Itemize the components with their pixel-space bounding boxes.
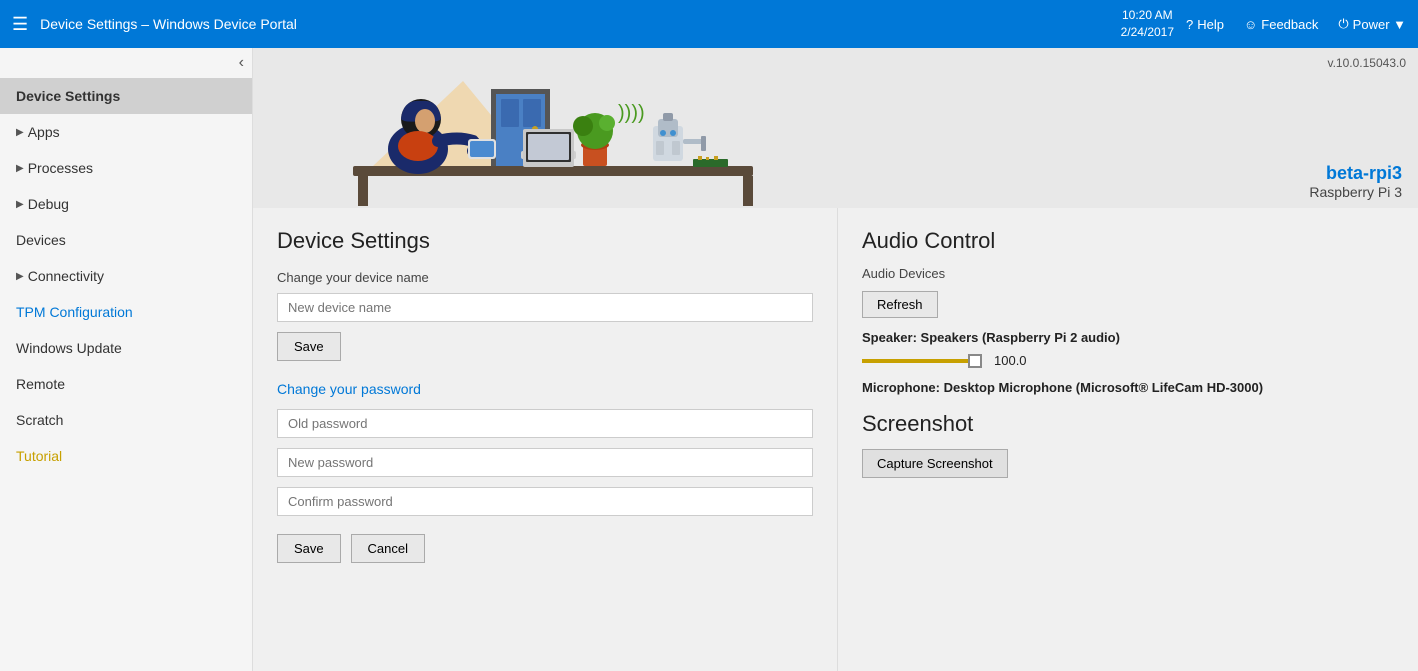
save-password-button[interactable]: Save <box>277 534 341 563</box>
help-icon: ? <box>1186 17 1193 32</box>
content-panels: Device Settings Change your device name … <box>253 208 1418 671</box>
change-name-label: Change your device name <box>277 270 813 285</box>
volume-fill <box>862 359 970 363</box>
sidebar-item-remote[interactable]: Remote <box>0 366 252 402</box>
sidebar-item-processes[interactable]: ▶ Processes <box>0 150 252 186</box>
hero-banner: v.10.0.15043.0 <box>253 48 1418 208</box>
sidebar-item-connectivity[interactable]: ▶ Connectivity <box>0 258 252 294</box>
sidebar-item-tpm-config[interactable]: TPM Configuration <box>0 294 252 330</box>
audio-devices-label: Audio Devices <box>862 266 1394 281</box>
arrow-icon: ▶ <box>16 127 24 138</box>
sidebar-item-label: TPM Configuration <box>16 304 133 320</box>
svg-text:)))): )))) <box>618 102 645 124</box>
help-button[interactable]: ? Help <box>1186 17 1224 32</box>
arrow-icon: ▶ <box>16 271 24 282</box>
topbar: ☰ Device Settings – Windows Device Porta… <box>0 0 1418 48</box>
sidebar-item-windows-update[interactable]: Windows Update <box>0 330 252 366</box>
volume-control: 100.0 <box>862 353 1394 368</box>
confirm-password-input[interactable] <box>277 487 813 516</box>
change-password-label: Change your password <box>277 381 813 397</box>
sidebar-item-device-settings[interactable]: Device Settings <box>0 78 252 114</box>
power-icon: ⏻ <box>1338 16 1348 32</box>
sidebar-item-tutorial[interactable]: Tutorial <box>0 438 252 474</box>
new-device-name-input[interactable] <box>277 293 813 322</box>
main-content: v.10.0.15043.0 <box>253 48 1418 671</box>
clock: 10:20 AM 2/24/2017 <box>1121 7 1174 41</box>
password-section: Change your password Save Cancel <box>277 381 813 563</box>
audio-screenshot-panel: Audio Control Audio Devices Refresh Spea… <box>838 208 1418 671</box>
sidebar: ‹ Device Settings ▶ Apps ▶ Processes ▶ D… <box>0 48 253 671</box>
arrow-icon: ▶ <box>16 163 24 174</box>
sidebar-item-label: Debug <box>28 196 69 212</box>
sidebar-collapse-button[interactable]: ‹ <box>0 48 252 78</box>
screenshot-title: Screenshot <box>862 411 1394 437</box>
volume-slider[interactable] <box>862 359 982 363</box>
feedback-icon: ☺ <box>1244 17 1257 32</box>
hero-illustration: )))) <box>253 48 1418 208</box>
old-password-input[interactable] <box>277 409 813 438</box>
save-name-button[interactable]: Save <box>277 332 341 361</box>
arrow-icon: ▶ <box>16 199 24 210</box>
sidebar-item-label: Apps <box>28 124 60 140</box>
new-password-input[interactable] <box>277 448 813 477</box>
refresh-button[interactable]: Refresh <box>862 291 938 318</box>
sidebar-item-debug[interactable]: ▶ Debug <box>0 186 252 222</box>
sidebar-item-devices[interactable]: Devices <box>0 222 252 258</box>
capture-screenshot-button[interactable]: Capture Screenshot <box>862 449 1008 478</box>
sidebar-item-label: Scratch <box>16 412 63 428</box>
sidebar-item-scratch[interactable]: Scratch <box>0 402 252 438</box>
device-settings-panel: Device Settings Change your device name … <box>253 208 838 671</box>
main-layout: ‹ Device Settings ▶ Apps ▶ Processes ▶ D… <box>0 48 1418 671</box>
topbar-actions: ? Help ☺ Feedback ⏻ Power ▼ <box>1186 16 1406 32</box>
sidebar-item-label: Windows Update <box>16 340 122 356</box>
hamburger-menu[interactable]: ☰ <box>12 14 28 35</box>
sidebar-item-label: Device Settings <box>16 88 120 104</box>
app-title: Device Settings – Windows Device Portal <box>40 16 1108 32</box>
cancel-button[interactable]: Cancel <box>351 534 425 563</box>
microphone-label: Microphone: Desktop Microphone (Microsof… <box>862 380 1394 395</box>
audio-control-title: Audio Control <box>862 228 1394 254</box>
feedback-button[interactable]: ☺ Feedback <box>1244 17 1318 32</box>
sidebar-item-label: Processes <box>28 160 93 176</box>
sidebar-item-apps[interactable]: ▶ Apps <box>0 114 252 150</box>
sidebar-item-label: Tutorial <box>16 448 62 464</box>
volume-thumb[interactable] <box>968 354 982 368</box>
power-button[interactable]: ⏻ Power ▼ <box>1338 16 1406 32</box>
sidebar-item-label: Connectivity <box>28 268 104 284</box>
volume-value: 100.0 <box>994 353 1027 368</box>
speaker-label: Speaker: Speakers (Raspberry Pi 2 audio) <box>862 330 1394 345</box>
illustration-svg: )))) <box>273 51 773 206</box>
device-settings-title: Device Settings <box>277 228 813 254</box>
sidebar-item-label: Remote <box>16 376 65 392</box>
sidebar-item-label: Devices <box>16 232 66 248</box>
